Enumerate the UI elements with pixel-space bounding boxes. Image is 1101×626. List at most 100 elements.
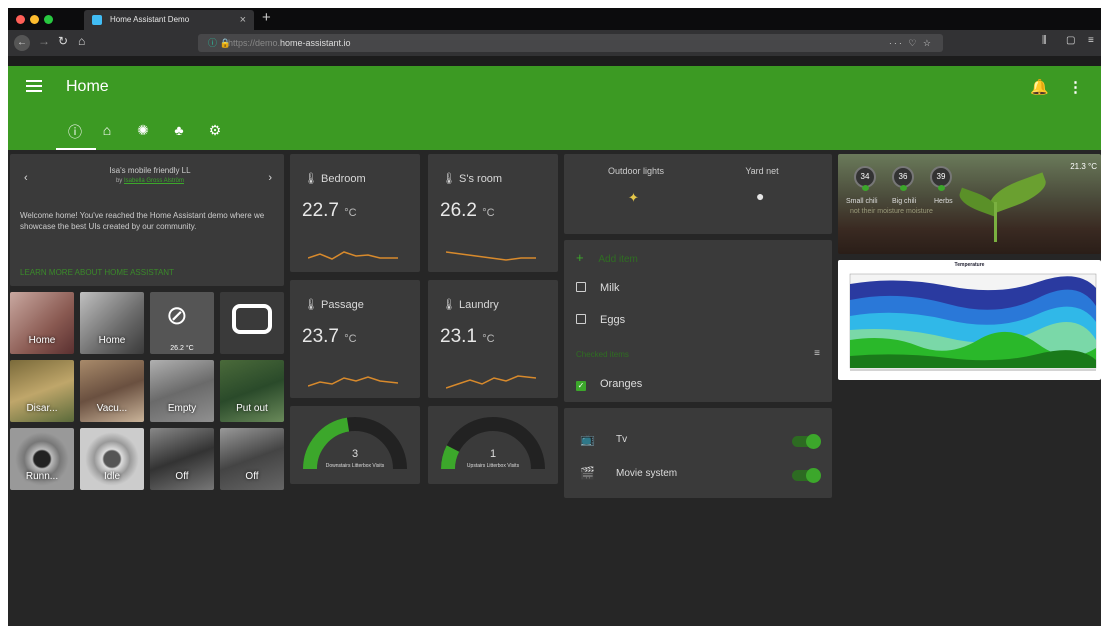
- movie-icon: 🎬: [580, 466, 595, 480]
- sensor-name-text: Bedroom: [321, 173, 366, 185]
- network-view-icon[interactable]: ♣: [168, 122, 190, 138]
- plant-card[interactable]: 21.3 °C 34 36 39 Small chili Big chili H…: [838, 154, 1101, 254]
- picture-label: Home: [98, 335, 126, 346]
- picture-tile[interactable]: Home: [80, 292, 144, 354]
- gauge-card[interactable]: 1 Upstairs Litterbox Visits: [428, 406, 558, 484]
- learn-more-link[interactable]: LEARN MORE ABOUT HOME ASSISTANT: [20, 268, 174, 277]
- gauge-value: 1: [489, 448, 497, 460]
- picture-tile[interactable]: ⊘ 26.2 °C: [150, 292, 214, 354]
- plant-moisture-badge[interactable]: 34: [854, 166, 876, 191]
- badge-value: 34: [860, 172, 870, 181]
- browser-tab[interactable]: Home Assistant Demo ×: [84, 10, 254, 30]
- page-actions-icon[interactable]: ··· ♡ ☆: [889, 34, 933, 52]
- sidebar-icon[interactable]: ▢: [1066, 35, 1075, 46]
- checkbox[interactable]: [576, 314, 586, 324]
- sensor-value-number: 23.7: [302, 326, 339, 347]
- list-item[interactable]: Eggs: [576, 314, 625, 326]
- maximize-window-dot[interactable]: [44, 15, 53, 24]
- url-domain: home-assistant.io: [280, 38, 351, 48]
- add-item-input[interactable]: Add item: [598, 254, 637, 265]
- picture-tile[interactable]: Disar...: [10, 360, 74, 422]
- plant-stem: [994, 202, 997, 242]
- lock-icon: ⓘ 🔒: [208, 38, 231, 48]
- thermometer-icon: 🌡: [304, 173, 322, 185]
- sensor-unit: °C: [482, 333, 495, 345]
- picture-label: Put out: [236, 403, 268, 414]
- info-view-icon[interactable]: ⓘ: [64, 122, 86, 142]
- clear-checked-icon[interactable]: ≡: [814, 348, 820, 359]
- tv-toggle[interactable]: [792, 434, 821, 449]
- outdoor-lights-icon[interactable]: ✦: [628, 190, 639, 206]
- new-tab-icon[interactable]: +: [262, 9, 271, 26]
- checkbox[interactable]: [576, 282, 586, 292]
- back-icon[interactable]: ←: [14, 35, 30, 51]
- picture-tile[interactable]: Put out: [220, 360, 284, 422]
- minimize-window-dot[interactable]: [30, 15, 39, 24]
- picture-label: Disar...: [26, 403, 58, 414]
- picture-tile[interactable]: Idle: [80, 428, 144, 490]
- sensor-card[interactable]: 🌡 Laundry 23.1 °C: [428, 280, 558, 398]
- notifications-icon[interactable]: 🔔: [1030, 78, 1049, 96]
- home-icon[interactable]: ⌂: [78, 34, 85, 48]
- weather-chart-image[interactable]: Temperature: [838, 260, 1101, 380]
- sensor-card[interactable]: 🌡 Bedroom 22.7 °C: [290, 154, 420, 272]
- plant-moisture-badge[interactable]: 36: [892, 166, 914, 191]
- forward-icon[interactable]: →: [38, 34, 50, 48]
- reload-icon[interactable]: ↻: [58, 34, 68, 48]
- app-header: Home 🔔 ⋮ ⓘ ⌂ ✺ ♣ ⚙: [8, 66, 1101, 150]
- badge-value: 39: [936, 172, 946, 181]
- list-item-text: Oranges: [600, 378, 643, 390]
- picture-label: Runn...: [25, 471, 59, 482]
- lightbulb-view-icon[interactable]: ✺: [132, 122, 154, 139]
- menu-icon[interactable]: [26, 80, 42, 92]
- dashboard: ‹ › Isa's mobile friendly LL by Isabella…: [8, 150, 1101, 626]
- picture-tile[interactable]: Home: [10, 292, 74, 354]
- settings-view-icon[interactable]: ⚙: [204, 122, 226, 139]
- sensor-card[interactable]: 🌡 S's room 26.2 °C: [428, 154, 558, 272]
- sensor-value: 23.7 °C: [302, 326, 357, 348]
- browser-menu-icon[interactable]: ≡: [1088, 35, 1094, 46]
- more-options-icon[interactable]: ⋮: [1068, 78, 1083, 96]
- list-item[interactable]: ✓ Oranges: [576, 378, 642, 391]
- close-window-dot[interactable]: [16, 15, 25, 24]
- intro-byline: by Isabella Gross Alström: [70, 178, 230, 184]
- picture-tile[interactable]: Runn...: [10, 428, 74, 490]
- picture-tile[interactable]: Empty: [150, 360, 214, 422]
- add-item-row[interactable]: + Add item: [576, 250, 638, 265]
- lightbulb-icon[interactable]: ●: [756, 188, 764, 204]
- sensor-name-text: Passage: [321, 299, 364, 311]
- close-tab-icon[interactable]: ×: [240, 10, 246, 30]
- switch-name: Tv: [616, 434, 628, 445]
- gauge-label: Upstairs Litterbox Visits: [466, 463, 520, 469]
- page-title: Home: [66, 78, 109, 95]
- picture-tile[interactable]: Off: [150, 428, 214, 490]
- gauge-card[interactable]: 3 Downstairs Litterbox Visits: [290, 406, 420, 484]
- list-item[interactable]: Milk: [576, 282, 620, 294]
- movie-system-toggle[interactable]: [792, 468, 821, 483]
- picture-tile[interactable]: Off: [220, 428, 284, 490]
- prev-arrow-icon[interactable]: ‹: [24, 172, 28, 184]
- sensor-value: 22.7 °C: [302, 200, 357, 222]
- author-link[interactable]: Isabella Gross Alström: [124, 178, 184, 184]
- plus-icon: +: [576, 250, 584, 265]
- picture-tile[interactable]: Vacu...: [80, 360, 144, 422]
- next-arrow-icon[interactable]: ›: [268, 172, 272, 184]
- library-icon[interactable]: ⫼: [1042, 35, 1047, 46]
- sensor-card[interactable]: 🌡 Passage 23.7 °C: [290, 280, 420, 398]
- plant-name: Big chili: [892, 198, 917, 205]
- badge-value: 36: [898, 172, 908, 181]
- plant-name: Herbs: [934, 198, 953, 205]
- byline-prefix: by: [115, 178, 123, 184]
- picture-tile[interactable]: [220, 292, 284, 354]
- light-name: Yard net: [745, 166, 779, 176]
- picture-label: Empty: [167, 403, 197, 414]
- plant-moisture-badge[interactable]: 39: [930, 166, 952, 191]
- picture-temperature: 26.2 °C: [170, 345, 194, 352]
- sensor-name-text: Laundry: [459, 299, 499, 311]
- favicon-icon: [92, 15, 102, 25]
- sensor-history-line: [446, 251, 536, 261]
- home-view-icon[interactable]: ⌂: [96, 122, 118, 138]
- shopping-list-card: + Add item Milk Eggs Checked items ≡ ✓ Or…: [564, 240, 832, 402]
- checkbox-checked[interactable]: ✓: [576, 381, 586, 391]
- url-bar[interactable]: ⓘ 🔒 https://demo.home-assistant.io ··· ♡…: [198, 34, 943, 52]
